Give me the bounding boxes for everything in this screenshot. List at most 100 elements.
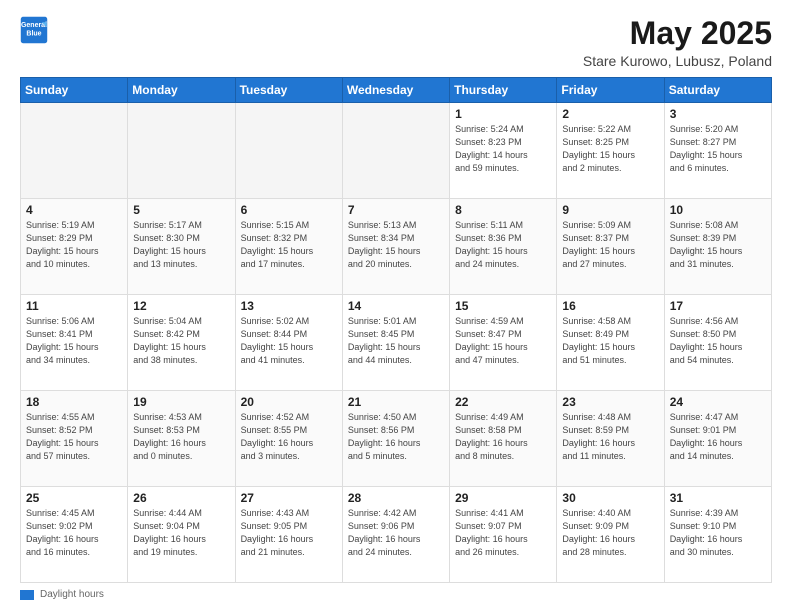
- calendar-day-cell: 10Sunrise: 5:08 AM Sunset: 8:39 PM Dayli…: [664, 199, 771, 295]
- calendar-day-cell: 8 Sunrise: 5:11 AM Sunset: 8:36 PM Daylig…: [450, 199, 557, 295]
- calendar-day-cell: 19 Sunrise: 4:53 AM Sunset: 8:53 PM Dayli…: [128, 391, 235, 487]
- day-info: Sunrise: 5:19 AM Sunset: 8:29 PM Dayligh…: [26, 219, 122, 271]
- calendar-weekday-header: Sunday: [21, 78, 128, 103]
- day-info: Sunrise: 5:06 AM Sunset: 8:41 PM Dayligh…: [26, 315, 122, 367]
- calendar-weekday-header: Thursday: [450, 78, 557, 103]
- calendar-day-cell: 31Sunrise: 4:39 AM Sunset: 9:10 PM Dayli…: [664, 487, 771, 583]
- day-number: 13: [241, 299, 337, 313]
- day-info: Sunrise: 4:40 AM Sunset: 9:09 PM Dayligh…: [562, 507, 658, 559]
- calendar-week-row: 18Sunrise: 4:55 AM Sunset: 8:52 PM Dayli…: [21, 391, 772, 487]
- day-info: Sunrise: 4:59 AM Sunset: 8:47 PM Dayligh…: [455, 315, 551, 367]
- calendar-table: SundayMondayTuesdayWednesdayThursdayFrid…: [20, 77, 772, 583]
- day-number: 19: [133, 395, 229, 409]
- day-number: 24: [670, 395, 766, 409]
- calendar-day-cell: 11 Sunrise: 5:06 AM Sunset: 8:41 PM Dayli…: [21, 295, 128, 391]
- day-number: 1: [455, 107, 551, 121]
- calendar-week-row: 25 Sunrise: 4:45 AM Sunset: 9:02 PM Dayli…: [21, 487, 772, 583]
- calendar-day-cell: 15 Sunrise: 4:59 AM Sunset: 8:47 PM Dayli…: [450, 295, 557, 391]
- day-number: 22: [455, 395, 551, 409]
- calendar-weekday-header: Saturday: [664, 78, 771, 103]
- day-info: Sunrise: 4:53 AM Sunset: 8:53 PM Dayligh…: [133, 411, 229, 463]
- day-number: 23: [562, 395, 658, 409]
- day-number: 3: [670, 107, 766, 121]
- day-info: Sunrise: 5:24 AM Sunset: 8:23 PM Dayligh…: [455, 123, 551, 175]
- day-number: 15: [455, 299, 551, 313]
- day-number: 11: [26, 299, 122, 313]
- day-number: 8: [455, 203, 551, 217]
- logo-icon: General Blue: [20, 16, 48, 44]
- footer: Daylight hours: [20, 589, 772, 600]
- day-number: 12: [133, 299, 229, 313]
- day-info: Sunrise: 4:45 AM Sunset: 9:02 PM Dayligh…: [26, 507, 122, 559]
- main-title: May 2025: [583, 16, 772, 51]
- calendar-day-cell: 20 Sunrise: 4:52 AM Sunset: 8:55 PM Dayli…: [235, 391, 342, 487]
- day-number: 6: [241, 203, 337, 217]
- calendar-day-cell: [235, 103, 342, 199]
- day-number: 10: [670, 203, 766, 217]
- calendar-week-row: 1 Sunrise: 5:24 AM Sunset: 8:23 PM Daylig…: [21, 103, 772, 199]
- calendar-week-row: 11 Sunrise: 5:06 AM Sunset: 8:41 PM Dayli…: [21, 295, 772, 391]
- day-info: Sunrise: 4:48 AM Sunset: 8:59 PM Dayligh…: [562, 411, 658, 463]
- calendar-day-cell: [342, 103, 449, 199]
- page: General Blue May 2025 Stare Kurowo, Lubu…: [0, 0, 792, 612]
- calendar-day-cell: 3 Sunrise: 5:20 AM Sunset: 8:27 PM Daylig…: [664, 103, 771, 199]
- day-number: 2: [562, 107, 658, 121]
- day-number: 14: [348, 299, 444, 313]
- day-number: 16: [562, 299, 658, 313]
- day-info: Sunrise: 4:49 AM Sunset: 8:58 PM Dayligh…: [455, 411, 551, 463]
- day-number: 28: [348, 491, 444, 505]
- day-info: Sunrise: 5:22 AM Sunset: 8:25 PM Dayligh…: [562, 123, 658, 175]
- logo: General Blue: [20, 16, 48, 44]
- calendar-day-cell: 26Sunrise: 4:44 AM Sunset: 9:04 PM Dayli…: [128, 487, 235, 583]
- day-info: Sunrise: 4:58 AM Sunset: 8:49 PM Dayligh…: [562, 315, 658, 367]
- calendar-weekday-header: Tuesday: [235, 78, 342, 103]
- calendar-day-cell: 23 Sunrise: 4:48 AM Sunset: 8:59 PM Dayli…: [557, 391, 664, 487]
- calendar-weekday-header: Monday: [128, 78, 235, 103]
- day-info: Sunrise: 5:15 AM Sunset: 8:32 PM Dayligh…: [241, 219, 337, 271]
- day-number: 18: [26, 395, 122, 409]
- daylight-legend-box: [20, 590, 34, 600]
- day-info: Sunrise: 4:50 AM Sunset: 8:56 PM Dayligh…: [348, 411, 444, 463]
- calendar-day-cell: 22 Sunrise: 4:49 AM Sunset: 8:58 PM Dayli…: [450, 391, 557, 487]
- calendar-day-cell: 25 Sunrise: 4:45 AM Sunset: 9:02 PM Dayli…: [21, 487, 128, 583]
- day-info: Sunrise: 4:52 AM Sunset: 8:55 PM Dayligh…: [241, 411, 337, 463]
- calendar-day-cell: 7Sunrise: 5:13 AM Sunset: 8:34 PM Daylig…: [342, 199, 449, 295]
- day-info: Sunrise: 4:47 AM Sunset: 9:01 PM Dayligh…: [670, 411, 766, 463]
- day-number: 30: [562, 491, 658, 505]
- title-block: May 2025 Stare Kurowo, Lubusz, Poland: [583, 16, 772, 69]
- calendar-day-cell: 5 Sunrise: 5:17 AM Sunset: 8:30 PM Daylig…: [128, 199, 235, 295]
- day-info: Sunrise: 4:43 AM Sunset: 9:05 PM Dayligh…: [241, 507, 337, 559]
- calendar-day-cell: 24 Sunrise: 4:47 AM Sunset: 9:01 PM Dayli…: [664, 391, 771, 487]
- day-info: Sunrise: 5:20 AM Sunset: 8:27 PM Dayligh…: [670, 123, 766, 175]
- calendar-weekday-header: Friday: [557, 78, 664, 103]
- calendar-day-cell: 27 Sunrise: 4:43 AM Sunset: 9:05 PM Dayli…: [235, 487, 342, 583]
- svg-text:Blue: Blue: [26, 30, 41, 37]
- day-number: 7: [348, 203, 444, 217]
- day-number: 17: [670, 299, 766, 313]
- calendar-day-cell: [128, 103, 235, 199]
- header: General Blue May 2025 Stare Kurowo, Lubu…: [20, 16, 772, 69]
- calendar-day-cell: 9Sunrise: 5:09 AM Sunset: 8:37 PM Daylig…: [557, 199, 664, 295]
- day-number: 9: [562, 203, 658, 217]
- calendar-weekday-header: Wednesday: [342, 78, 449, 103]
- calendar-day-cell: 12Sunrise: 5:04 AM Sunset: 8:42 PM Dayli…: [128, 295, 235, 391]
- day-info: Sunrise: 5:01 AM Sunset: 8:45 PM Dayligh…: [348, 315, 444, 367]
- calendar-header-row: SundayMondayTuesdayWednesdayThursdayFrid…: [21, 78, 772, 103]
- calendar-day-cell: 29Sunrise: 4:41 AM Sunset: 9:07 PM Dayli…: [450, 487, 557, 583]
- calendar-day-cell: 17Sunrise: 4:56 AM Sunset: 8:50 PM Dayli…: [664, 295, 771, 391]
- day-number: 5: [133, 203, 229, 217]
- day-info: Sunrise: 5:11 AM Sunset: 8:36 PM Dayligh…: [455, 219, 551, 271]
- day-number: 26: [133, 491, 229, 505]
- day-number: 20: [241, 395, 337, 409]
- day-number: 25: [26, 491, 122, 505]
- calendar-day-cell: 21 Sunrise: 4:50 AM Sunset: 8:56 PM Dayli…: [342, 391, 449, 487]
- daylight-label: Daylight hours: [40, 589, 104, 600]
- day-number: 27: [241, 491, 337, 505]
- calendar-week-row: 4Sunrise: 5:19 AM Sunset: 8:29 PM Daylig…: [21, 199, 772, 295]
- calendar-day-cell: 28Sunrise: 4:42 AM Sunset: 9:06 PM Dayli…: [342, 487, 449, 583]
- day-number: 21: [348, 395, 444, 409]
- calendar-day-cell: 30 Sunrise: 4:40 AM Sunset: 9:09 PM Dayli…: [557, 487, 664, 583]
- day-info: Sunrise: 5:17 AM Sunset: 8:30 PM Dayligh…: [133, 219, 229, 271]
- calendar-day-cell: 14 Sunrise: 5:01 AM Sunset: 8:45 PM Dayli…: [342, 295, 449, 391]
- calendar-day-cell: 13Sunrise: 5:02 AM Sunset: 8:44 PM Dayli…: [235, 295, 342, 391]
